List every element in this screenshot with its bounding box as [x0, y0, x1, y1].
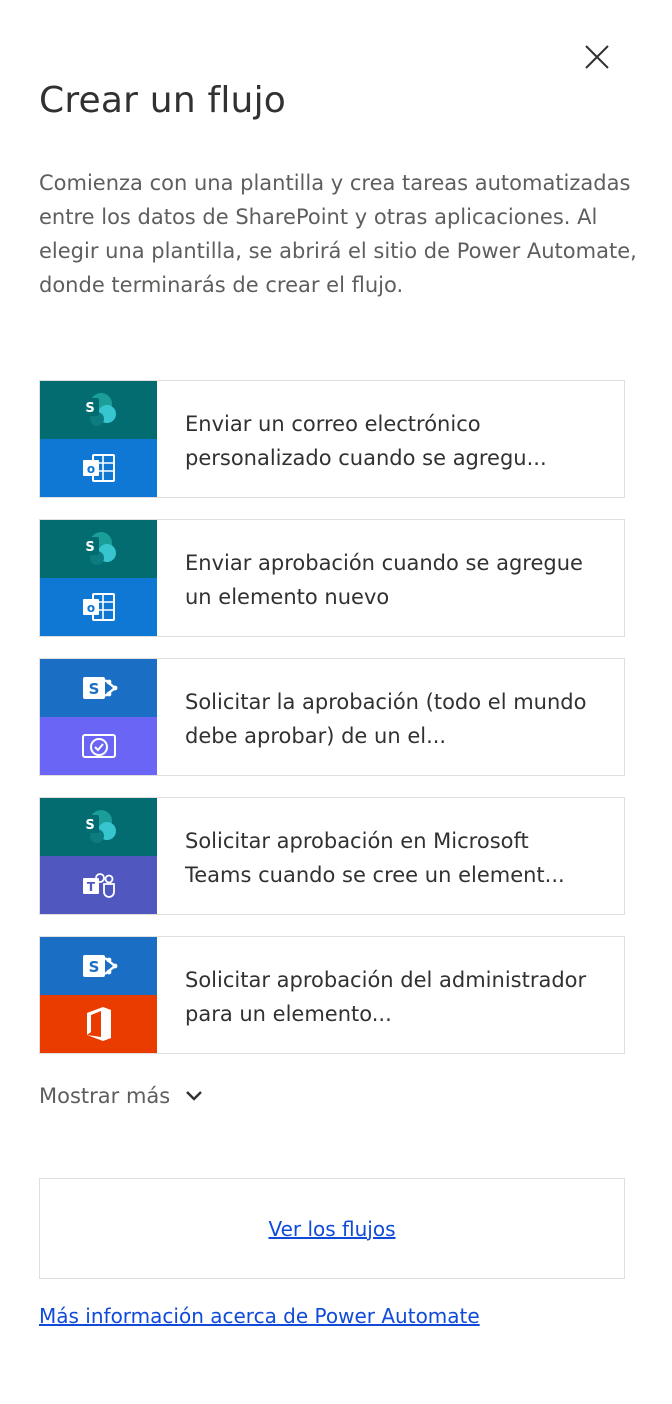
sharepoint-icon: S	[40, 381, 157, 439]
sharepoint-icon: S	[40, 659, 157, 717]
show-more-label: Mostrar más	[39, 1084, 171, 1108]
sharepoint-icon: S	[40, 798, 157, 856]
template-label: Solicitar la aprobación (todo el mundo d…	[185, 690, 587, 748]
outlook-icon: o	[40, 578, 157, 636]
svg-text:S: S	[85, 540, 94, 555]
template-card[interactable]: S Solicitar la aprobación (todo el mundo…	[39, 658, 625, 776]
close-icon	[585, 45, 609, 69]
sharepoint-icon: S	[40, 520, 157, 578]
template-card[interactable]: S T Solicitar aprobación en Microsoft Te…	[39, 797, 625, 915]
sharepoint-icon: S	[40, 937, 157, 995]
svg-text:o: o	[86, 462, 94, 476]
template-icons: S	[40, 659, 157, 775]
template-label: Enviar aprobación cuando se agregue un e…	[185, 551, 583, 609]
template-card[interactable]: S o Enviar aprobación cuando se agregue …	[39, 519, 625, 637]
template-card[interactable]: S Solicitar aprobación del administrador…	[39, 936, 625, 1054]
panel-title: Crear un flujo	[39, 80, 286, 121]
svg-text:S: S	[85, 401, 94, 416]
svg-text:T: T	[86, 880, 95, 894]
show-more-button[interactable]: Mostrar más	[39, 1084, 204, 1108]
close-button[interactable]	[578, 38, 616, 76]
chevron-down-icon	[186, 1091, 203, 1101]
approvals-icon	[40, 717, 157, 775]
template-icons: S	[40, 937, 157, 1053]
create-flow-panel: Crear un flujo Comienza con una plantill…	[0, 0, 672, 1404]
svg-text:S: S	[85, 818, 94, 833]
more-info-link[interactable]: Más información acerca de Power Automate	[39, 1304, 480, 1328]
svg-text:S: S	[88, 958, 99, 976]
template-list: S o Enviar un correo electrónico persona…	[39, 380, 625, 1075]
svg-text:o: o	[86, 601, 94, 615]
view-flows-box: Ver los flujos	[39, 1178, 625, 1279]
outlook-icon: o	[40, 439, 157, 497]
template-icons: S T	[40, 798, 157, 914]
template-label: Solicitar aprobación en Microsoft Teams …	[185, 829, 565, 887]
office-icon	[40, 995, 157, 1053]
template-label: Enviar un correo electrónico personaliza…	[185, 412, 547, 470]
template-icons: S o	[40, 381, 157, 497]
template-icons: S o	[40, 520, 157, 636]
svg-text:S: S	[88, 680, 99, 698]
template-card[interactable]: S o Enviar un correo electrónico persona…	[39, 380, 625, 498]
panel-description: Comienza con una plantilla y crea tareas…	[39, 171, 637, 297]
teams-icon: T	[40, 856, 157, 914]
template-label: Solicitar aprobación del administrador p…	[185, 968, 587, 1026]
view-flows-link[interactable]: Ver los flujos	[268, 1217, 395, 1241]
